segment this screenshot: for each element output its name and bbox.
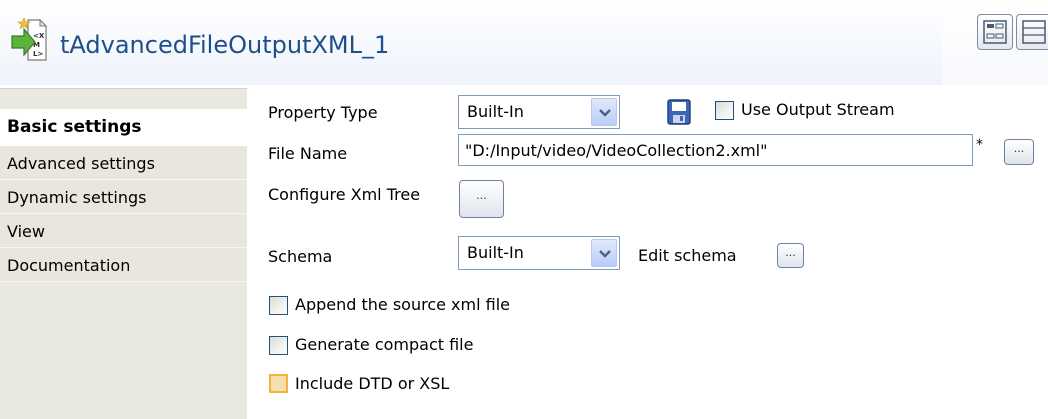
configure-xml-tree-button[interactable]: ... [459,180,504,218]
schema-label: Schema [268,247,333,266]
layout-grid-icon [978,20,1012,53]
svg-text:<X: <X [33,32,45,40]
edit-schema-label: Edit schema [638,246,737,265]
save-property-icon[interactable] [666,98,692,126]
include-dtd-checkbox[interactable] [269,374,288,393]
use-output-stream-checkbox[interactable] [715,101,734,120]
property-type-label: Property Type [268,103,378,122]
layout-grid-button[interactable] [977,14,1013,50]
settings-tabs: Basic settings Advanced settings Dynamic… [0,88,247,419]
chevron-down-icon [591,98,617,126]
layout-rows-icon [1017,20,1048,53]
svg-text:L>: L> [33,50,43,58]
component-title: tAdvancedFileOutputXML_1 [60,31,390,59]
tab-basic-settings[interactable]: Basic settings [0,109,247,146]
schema-value: Built-In [467,243,524,262]
append-source-label: Append the source xml file [295,295,510,314]
property-type-value: Built-In [467,102,524,121]
tab-documentation[interactable]: Documentation [0,249,247,282]
edit-schema-button[interactable]: ... [777,243,804,268]
configure-xml-tree-label: Configure Xml Tree [268,185,421,204]
include-dtd-label: Include DTD or XSL [295,374,450,393]
property-type-select[interactable]: Built-In [458,95,620,129]
chevron-down-icon [591,239,617,267]
required-mark: * [976,137,983,153]
tab-dynamic-settings[interactable]: Dynamic settings [0,181,247,214]
browse-file-button[interactable]: ... [1004,139,1034,165]
use-output-stream-label: Use Output Stream [741,100,895,119]
xml-file-output-icon: <X M L> [10,14,50,66]
file-name-label: File Name [268,144,348,163]
generate-compact-checkbox[interactable] [269,336,288,355]
component-header: <X M L> tAdvancedFileOutputXML_1 [0,0,1048,85]
tab-advanced-settings[interactable]: Advanced settings [0,147,247,180]
generate-compact-label: Generate compact file [295,335,474,354]
tab-view[interactable]: View [0,215,247,248]
append-source-checkbox[interactable] [269,296,288,315]
file-name-input[interactable]: "D:/Input/video/VideoCollection2.xml" [458,134,973,166]
file-name-value: "D:/Input/video/VideoCollection2.xml" [465,141,768,160]
layout-rows-button[interactable] [1016,14,1048,50]
schema-select[interactable]: Built-In [458,236,620,270]
